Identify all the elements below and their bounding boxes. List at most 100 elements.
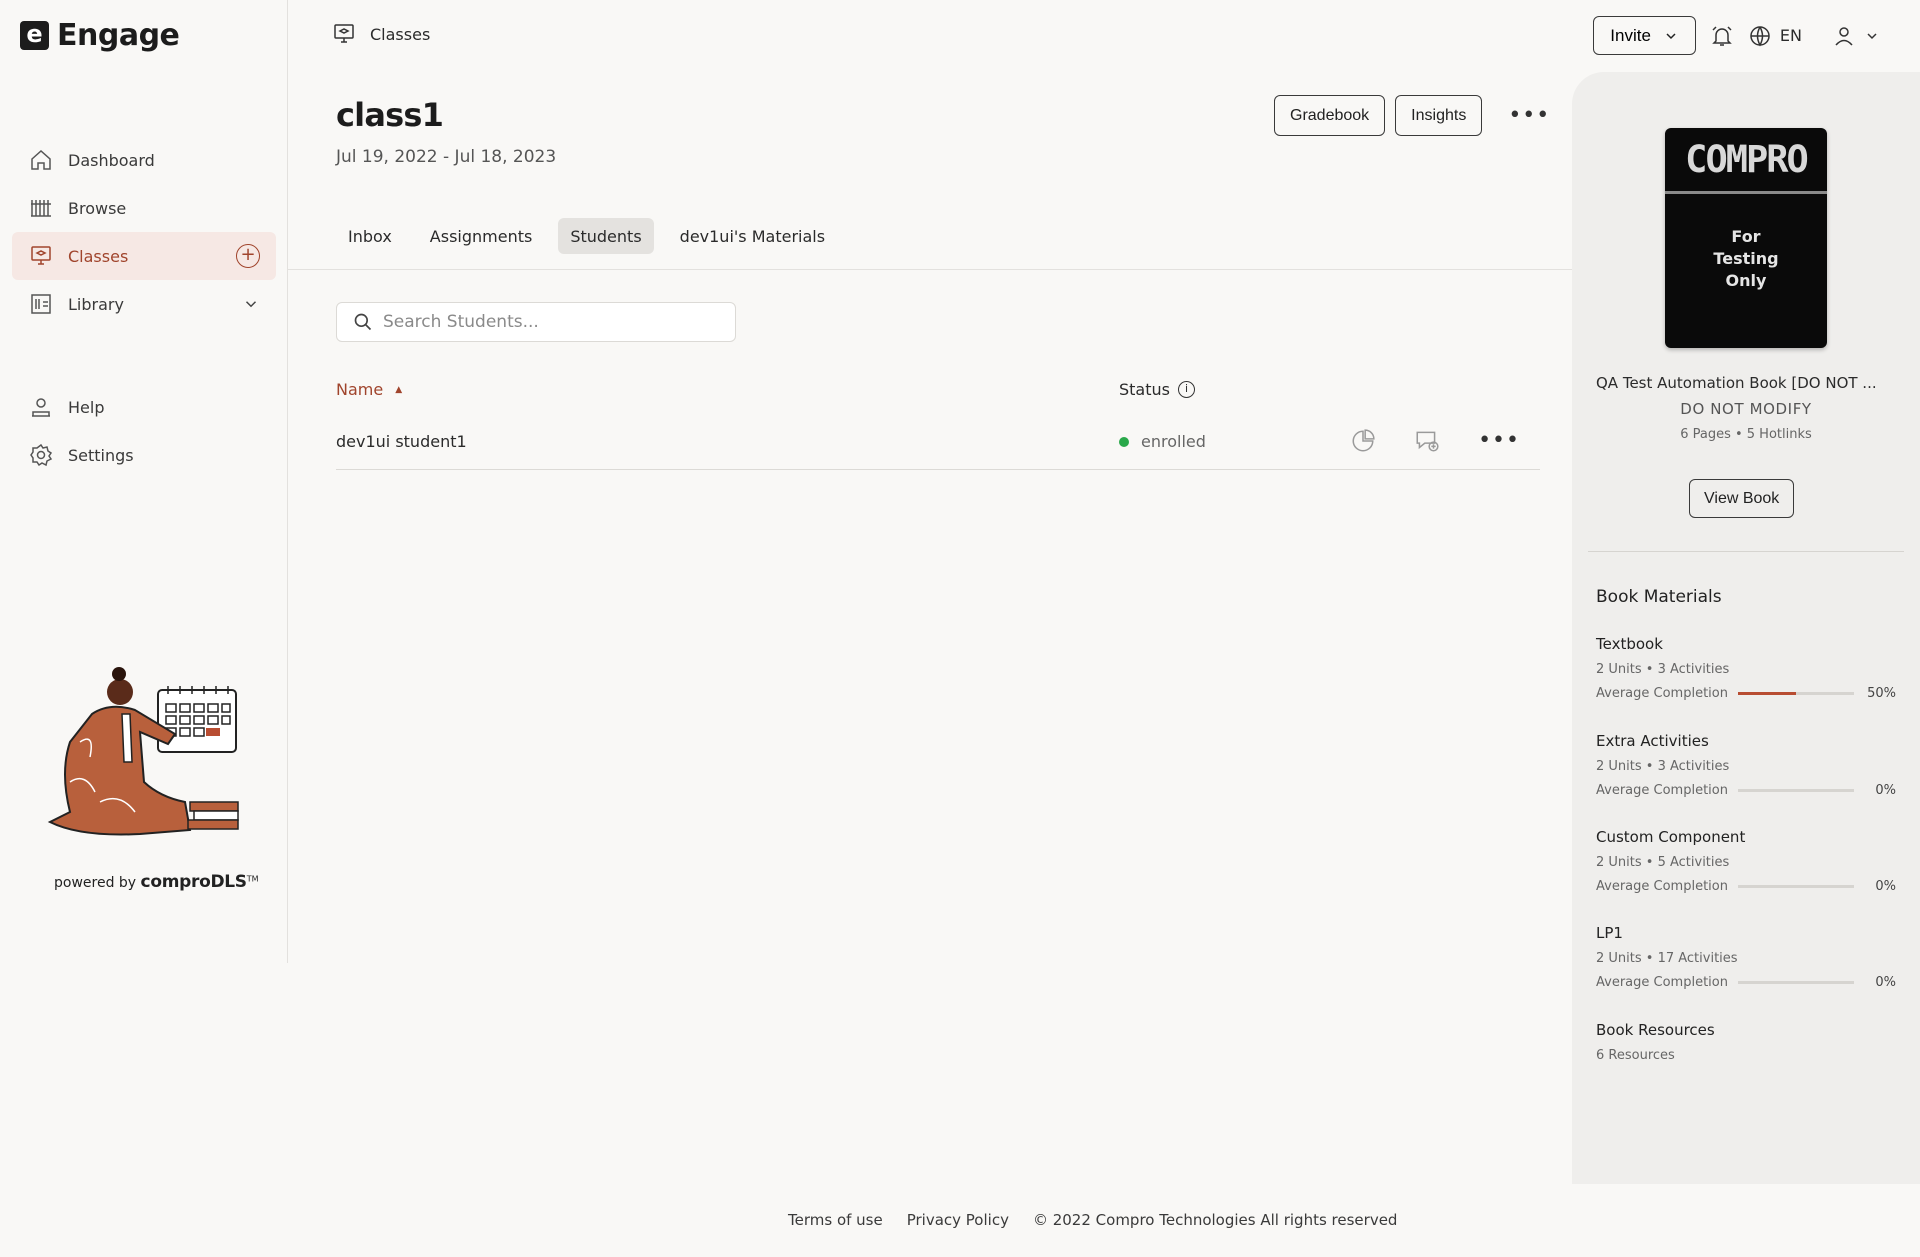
progress-fill: [1737, 692, 1796, 695]
top-actions: Invite EN: [1593, 16, 1880, 55]
sidebar-item-help[interactable]: Help: [12, 383, 276, 431]
invite-button[interactable]: Invite: [1593, 16, 1696, 55]
sidebar-item-label: Dashboard: [68, 150, 155, 170]
sidebar-item-browse[interactable]: Browse: [12, 184, 276, 232]
add-message-icon[interactable]: [1414, 428, 1440, 454]
material-meta: 2 Units • 3 Activities: [1596, 759, 1730, 774]
class-tabs: Inbox Assignments Students dev1ui's Mate…: [336, 218, 851, 254]
user-menu[interactable]: [1832, 24, 1880, 48]
insights-button[interactable]: Insights: [1395, 95, 1483, 136]
progress-bar: [1737, 885, 1854, 888]
terms-link[interactable]: Terms of use: [788, 1211, 883, 1229]
progress-bar: [1737, 692, 1854, 695]
material-item[interactable]: Extra Activities 2 Units • 3 Activities …: [1596, 732, 1896, 798]
copyright-text: © 2022 Compro Technologies All rights re…: [1032, 1211, 1398, 1229]
powered-prefix: powered by: [54, 875, 137, 891]
completion-row: Average Completion 0%: [1596, 783, 1896, 798]
app-name: Engage: [57, 18, 180, 53]
completion-label: Average Completion: [1596, 783, 1728, 798]
column-header-name[interactable]: Name ▲: [336, 380, 402, 399]
chevron-down-icon: [1867, 32, 1877, 39]
class-dates: Jul 19, 2022 - Jul 18, 2023: [336, 147, 557, 167]
globe-icon: [1750, 25, 1770, 47]
classroom-icon: [28, 243, 54, 269]
tabs-divider: [288, 269, 1572, 270]
more-options-icon[interactable]: •••: [1508, 104, 1550, 126]
material-meta: 2 Units • 3 Activities: [1596, 662, 1730, 677]
sidebar-item-classes[interactable]: Classes +: [12, 232, 276, 280]
student-name[interactable]: dev1ui student1: [336, 432, 467, 451]
book-panel: COMPRO For Testing Only QA Test Automati…: [1572, 72, 1920, 1184]
material-title: LP1: [1596, 924, 1623, 942]
material-item[interactable]: LP1 2 Units • 17 Activities Average Comp…: [1596, 924, 1896, 990]
book-cover[interactable]: COMPRO For Testing Only: [1665, 128, 1827, 348]
search-input[interactable]: [383, 312, 713, 332]
trademark-mark: TM: [246, 874, 259, 884]
teacher-illustration: [47, 667, 239, 836]
gear-icon: [28, 442, 54, 468]
privacy-link[interactable]: Privacy Policy: [907, 1211, 1009, 1229]
column-label: Status: [1119, 380, 1170, 399]
resources-meta: 6 Resources: [1596, 1048, 1675, 1063]
language-code: EN: [1779, 26, 1802, 45]
library-icon: [28, 291, 54, 317]
app-logo[interactable]: e Engage: [20, 18, 180, 53]
search-box: [336, 302, 736, 342]
tab-materials[interactable]: dev1ui's Materials: [668, 218, 837, 254]
sidebar-item-label: Browse: [68, 198, 127, 218]
powered-brand: comproDLS: [140, 872, 248, 892]
sidebar-item-dashboard[interactable]: Dashboard: [12, 136, 276, 184]
info-icon[interactable]: i: [1177, 381, 1195, 398]
gradebook-button[interactable]: Gradebook: [1274, 95, 1386, 136]
progress-bar: [1737, 789, 1854, 792]
add-class-icon[interactable]: +: [236, 244, 260, 268]
class-actions: Gradebook Insights •••: [1274, 95, 1550, 136]
view-book-button[interactable]: View Book: [1689, 479, 1795, 518]
language-selector[interactable]: EN: [1748, 24, 1802, 48]
book-materials-title: Book Materials: [1596, 587, 1722, 607]
completion-percent: 0%: [1875, 783, 1896, 798]
book-subtitle: DO NOT MODIFY: [1680, 400, 1812, 418]
book-meta: 6 Pages • 5 Hotlinks: [1680, 427, 1812, 442]
help-icon: [28, 394, 54, 420]
secondary-nav: Help Settings: [12, 383, 276, 479]
user-icon: [1835, 26, 1853, 46]
sidebar-item-label: Settings: [68, 445, 134, 465]
book-resources[interactable]: Book Resources 6 Resources: [1596, 1021, 1896, 1063]
sidebar-item-label: Classes: [68, 246, 129, 266]
tab-students[interactable]: Students: [558, 218, 654, 254]
page-title: class1: [336, 96, 444, 134]
table-row: dev1ui student1 enrolled •••: [336, 418, 1540, 470]
powered-by: powered by comproDLSTM: [54, 872, 259, 892]
footer: Terms of use Privacy Policy © 2022 Compr…: [788, 1211, 1397, 1229]
completion-label: Average Completion: [1596, 686, 1728, 701]
sidebar-item-settings[interactable]: Settings: [12, 431, 276, 479]
breadcrumb: Classes: [332, 22, 430, 46]
sort-ascending-icon: ▲: [395, 384, 403, 395]
status-text: enrolled: [1141, 432, 1206, 451]
pie-chart-icon[interactable]: [1350, 428, 1376, 454]
tab-inbox[interactable]: Inbox: [336, 218, 404, 254]
material-title: Textbook: [1596, 635, 1663, 653]
column-label: Name: [336, 380, 384, 399]
book-title: QA Test Automation Book [DO NOT ...: [1596, 374, 1877, 392]
completion-label: Average Completion: [1596, 879, 1728, 894]
chevron-down-icon[interactable]: [242, 295, 260, 313]
row-actions: •••: [1350, 428, 1520, 454]
tab-assignments[interactable]: Assignments: [418, 218, 545, 254]
cover-brand: COMPRO: [1665, 128, 1827, 194]
sidebar-item-label: Library: [68, 294, 124, 314]
row-more-icon[interactable]: •••: [1478, 430, 1520, 452]
resources-title: Book Resources: [1596, 1021, 1715, 1039]
status-dot-icon: [1119, 436, 1129, 447]
completion-row: Average Completion 50%: [1596, 686, 1896, 701]
books-icon: [28, 195, 54, 221]
progress-bar: [1737, 981, 1854, 984]
sidebar-item-library[interactable]: Library: [12, 280, 276, 328]
material-item[interactable]: Custom Component 2 Units • 5 Activities …: [1596, 828, 1896, 894]
material-item[interactable]: Textbook 2 Units • 3 Activities Average …: [1596, 635, 1896, 701]
notifications-button[interactable]: [1710, 24, 1734, 48]
chevron-down-icon: [1666, 32, 1676, 39]
completion-row: Average Completion 0%: [1596, 975, 1896, 990]
breadcrumb-current[interactable]: Classes: [370, 25, 430, 44]
